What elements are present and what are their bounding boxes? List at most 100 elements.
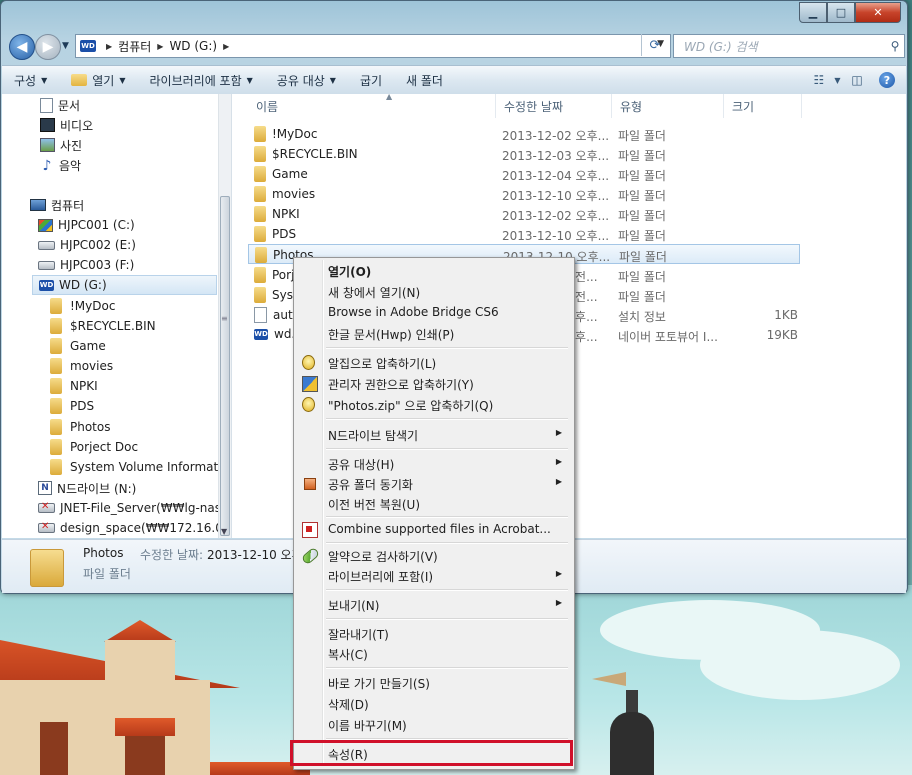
minimize-button[interactable]: ▁ [799, 2, 827, 23]
menu-item-alyac-scan[interactable]: 알약으로 검사하기(V) [296, 545, 570, 566]
preview-pane-button[interactable]: ◫ [846, 69, 868, 91]
column-header-size[interactable]: 크기 [724, 94, 802, 118]
menu-item-hwp-print[interactable]: 한글 문서(Hwp) 인쇄(P) [296, 323, 570, 343]
search-input[interactable]: WD (G:) 검색 [684, 38, 886, 55]
nav-item-folder[interactable]: System Volume Information [50, 457, 231, 477]
column-header-date[interactable]: 수정한 날짜 [496, 94, 612, 118]
wd-drive-icon: WD [39, 279, 54, 291]
music-icon: ♪ [42, 158, 52, 174]
nav-item-drive-f[interactable]: HJPC003 (F:) [38, 255, 134, 275]
breadcrumb-wd-drive[interactable]: WD (G:) [169, 39, 217, 53]
nav-item-folder[interactable]: PDS [50, 396, 94, 416]
menu-item-delete[interactable]: 삭제(D) [296, 693, 570, 713]
sort-ascending-icon: ▲ [386, 94, 393, 101]
open-button[interactable]: 열기 ▼ [59, 66, 137, 94]
folder-icon [254, 146, 266, 162]
menu-item-browse-bridge[interactable]: Browse in Adobe Bridge CS6 [296, 302, 570, 322]
nav-item-folder[interactable]: NPKI [50, 376, 98, 396]
menu-item-label: "Photos.zip" 으로 압축하기(Q) [328, 399, 494, 413]
menu-item-send-to[interactable]: 보내기(N) ▶ [296, 594, 570, 614]
forward-arrow-icon: ▶ [42, 39, 54, 55]
file-row[interactable]: NPKI 2013-12-02 오후... 파일 폴더 [248, 204, 800, 224]
include-in-library-button[interactable]: 라이브러리에 포함 ▼ [138, 66, 265, 94]
nav-item-folder[interactable]: Game [50, 336, 106, 356]
file-row[interactable]: !MyDoc 2013-12-02 오후... 파일 폴더 [248, 124, 800, 144]
file-row[interactable]: $RECYCLE.BIN 2013-12-03 오후... 파일 폴더 [248, 144, 800, 164]
menu-item-cut[interactable]: 잘라내기(T) [296, 623, 570, 643]
menu-item-properties[interactable]: 속성(R) [296, 743, 570, 763]
view-options-button[interactable]: ☷ ▼ [814, 69, 841, 91]
new-folder-button[interactable]: 새 폴더 [394, 66, 455, 94]
nav-item-folder[interactable]: movies [50, 356, 113, 376]
details-modified-value: 2013-12-10 오후 [207, 548, 303, 562]
file-row[interactable]: PDS 2013-12-10 오후... 파일 폴더 [248, 224, 800, 244]
nav-item-pictures[interactable]: 사진 [40, 135, 82, 155]
nav-item-folder[interactable]: $RECYCLE.BIN [50, 316, 156, 336]
share-with-button[interactable]: 공유 대상 ▼ [265, 66, 348, 94]
file-row[interactable]: Game 2013-12-04 오후... 파일 폴더 [248, 164, 800, 184]
column-header-name[interactable]: ▲ 이름 [248, 94, 496, 118]
menu-item-sync-shared-folder[interactable]: 공유 폴더 동기화 ▶ [296, 473, 570, 493]
search-icon[interactable]: ⚲ [886, 39, 904, 53]
menu-item-label: Combine supported files in Acrobat... [328, 522, 551, 536]
alzip-icon [302, 397, 315, 412]
menu-item-copy[interactable]: 복사(C) [296, 643, 570, 663]
nav-item-drive-c[interactable]: HJPC001 (C:) [38, 215, 135, 235]
setup-file-icon [254, 307, 267, 323]
nav-item-documents[interactable]: 문서 [40, 95, 80, 115]
nav-item-wd-drive[interactable]: WD WD (G:) [32, 275, 217, 295]
breadcrumb-separator-icon[interactable]: ▶ [106, 42, 112, 51]
menu-item-share-with[interactable]: 공유 대상(H) ▶ [296, 453, 570, 473]
menu-item-combine-acrobat[interactable]: Combine supported files in Acrobat... [296, 519, 570, 539]
menu-item-rename[interactable]: 이름 바꾸기(M) [296, 714, 570, 734]
nav-item-folder[interactable]: Photos [50, 417, 110, 437]
menu-item-open[interactable]: 열기(O) [296, 260, 570, 280]
folder-icon [50, 318, 62, 334]
folder-icon [50, 459, 62, 475]
menu-item-ndrive-explorer[interactable]: N드라이브 탐색기 ▶ [296, 424, 570, 444]
back-button[interactable]: ◀ [9, 34, 35, 60]
file-type: 파일 폴더 [618, 229, 666, 243]
menu-item-open-new-window[interactable]: 새 창에서 열기(N) [296, 281, 570, 301]
breadcrumb-separator-icon[interactable]: ▶ [223, 42, 229, 51]
folder-icon [30, 549, 64, 587]
breadcrumb-separator-icon[interactable]: ▶ [157, 42, 163, 51]
forward-button[interactable]: ▶ [35, 34, 61, 60]
menu-item-include-library[interactable]: 라이브러리에 포함(I) ▶ [296, 565, 570, 585]
nav-item-network-drive[interactable]: design_space(₩₩172.16.0.7) (\ [38, 518, 231, 538]
column-header-type[interactable]: 유형 [612, 94, 724, 118]
refresh-icon: ⟳ [649, 37, 661, 53]
nav-scrollbar-thumb[interactable] [220, 196, 230, 536]
nav-scrollbar[interactable]: ≡ ▼ [218, 94, 231, 538]
nav-item-folder[interactable]: Porject Doc [50, 437, 138, 457]
menu-item-compress-photos-zip[interactable]: "Photos.zip" 으로 압축하기(Q) [296, 394, 570, 414]
nav-item-label: 비디오 [60, 118, 94, 133]
menu-item-restore-previous[interactable]: 이전 버전 복원(U) [296, 493, 570, 513]
nav-item-label: JNET-File_Server(₩₩lg-nas) (V: [60, 501, 232, 515]
file-row[interactable]: movies 2013-12-10 오후... 파일 폴더 [248, 184, 800, 204]
help-button[interactable]: ? [876, 69, 898, 91]
nav-item-music[interactable]: ♪ 음악 [40, 155, 82, 175]
breadcrumb-computer[interactable]: 컴퓨터 [118, 38, 151, 55]
nav-item-folder[interactable]: !MyDoc [50, 296, 115, 316]
menu-item-alzip-compress[interactable]: 알집으로 압축하기(L) [296, 352, 570, 372]
address-bar[interactable]: WD ▶ 컴퓨터 ▶ WD (G:) ▶ ▼ [75, 34, 671, 58]
close-button[interactable]: ✕ [855, 2, 901, 23]
menu-item-label: 공유 폴더 동기화 [328, 478, 413, 492]
nav-item-videos[interactable]: 비디오 [40, 115, 93, 135]
recent-pages-dropdown[interactable]: ▼ [62, 41, 69, 51]
scroll-down-icon[interactable]: ▼ [221, 527, 227, 536]
nav-item-network-drive[interactable]: JNET-File_Server(₩₩lg-nas) (V: [38, 498, 232, 518]
navigation-bar: ◀ ▶ ▼ WD ▶ 컴퓨터 ▶ WD (G:) ▶ ▼ ⟳ WD (G:) 검… [9, 33, 905, 61]
nav-item-drive-e[interactable]: HJPC002 (E:) [38, 235, 136, 255]
burn-button[interactable]: 굽기 [348, 66, 394, 94]
refresh-button[interactable]: ⟳ [641, 34, 668, 56]
nav-item-computer[interactable]: 컴퓨터 [30, 195, 84, 215]
menu-item-label: 라이브러리에 포함(I) [328, 570, 434, 584]
maximize-button[interactable]: □ [827, 2, 855, 23]
organize-button[interactable]: 구성 ▼ [2, 66, 59, 94]
menu-item-admin-compress[interactable]: 관리자 권한으로 압축하기(Y) [296, 373, 570, 393]
search-box[interactable]: WD (G:) 검색 ⚲ [673, 34, 905, 58]
menu-item-create-shortcut[interactable]: 바로 가기 만들기(S) [296, 672, 570, 692]
nav-item-ndrive[interactable]: N N드라이브 (N:) [38, 478, 136, 498]
